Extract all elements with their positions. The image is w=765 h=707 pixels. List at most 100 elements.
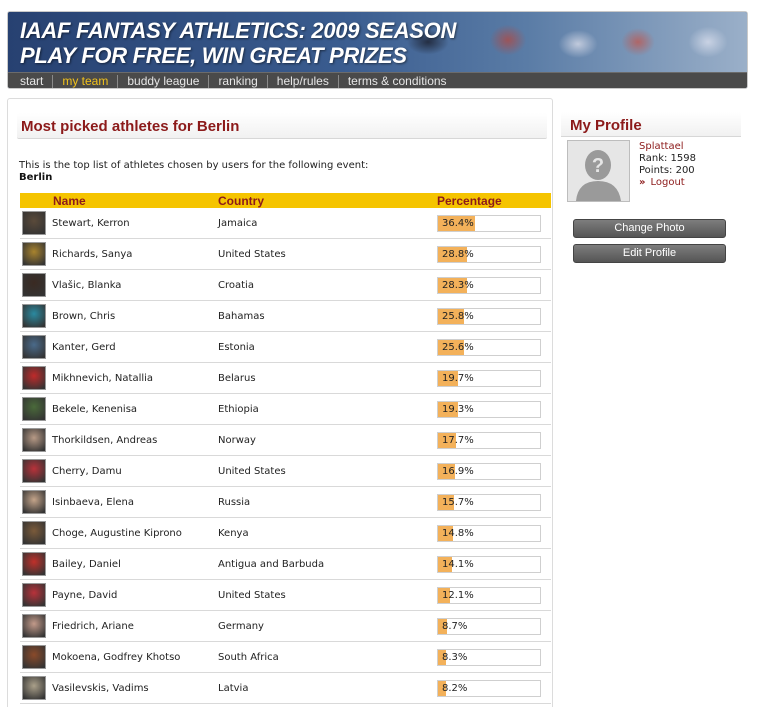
table-row: Bekele, Kenenisa Ethiopia 19.3% xyxy=(20,394,551,425)
table-row: Stewart, Kerron Jamaica 36.4% xyxy=(20,208,551,239)
percentage-bar: 25.6% xyxy=(437,338,541,356)
athlete-name: Bekele, Kenenisa xyxy=(52,403,138,415)
athlete-photo xyxy=(22,614,46,638)
nav-item-terms-conditions[interactable]: terms & conditions xyxy=(339,75,456,88)
change-photo-button[interactable]: Change Photo xyxy=(573,219,726,238)
percentage-value: 12.1% xyxy=(442,589,474,601)
table-body: Stewart, Kerron Jamaica 36.4% Richards, San… xyxy=(20,208,551,704)
percentage-value: 28.8% xyxy=(442,248,474,260)
table-row: Thorkildsen, Andreas Norway 17.7% xyxy=(20,425,551,456)
athlete-country: Norway xyxy=(218,434,256,446)
table-header: Name Country Percentage xyxy=(20,193,551,208)
table-row: Brown, Chris Bahamas 25.8% xyxy=(20,301,551,332)
athlete-country: Antigua and Barbuda xyxy=(218,558,325,570)
athlete-name: Choge, Augustine Kiprono xyxy=(52,527,182,539)
athlete-photo xyxy=(22,676,46,700)
percentage-bar: 16.9% xyxy=(437,462,541,480)
avatar[interactable]: ? xyxy=(567,140,630,202)
percentage-bar: 25.8% xyxy=(437,307,541,325)
athletes-table: Name Country Percentage Stewart, Kerron J… xyxy=(20,193,551,704)
athlete-country: Russia xyxy=(218,496,251,508)
table-row: Vasilevskis, Vadims Latvia 8.2% xyxy=(20,673,551,704)
profile-username[interactable]: Splattael xyxy=(639,141,696,153)
nav-item-start[interactable]: start xyxy=(18,75,54,88)
percentage-value: 8.2% xyxy=(442,682,468,694)
percentage-bar: 12.1% xyxy=(437,586,541,604)
nav-item-ranking[interactable]: ranking xyxy=(209,75,268,88)
athlete-name: Stewart, Kerron xyxy=(52,217,130,229)
table-row: Choge, Augustine Kiprono Kenya 14.8% xyxy=(20,518,551,549)
column-header-country[interactable]: Country xyxy=(218,194,437,208)
nav-item-my-team[interactable]: my team xyxy=(53,75,119,88)
athlete-photo xyxy=(22,459,46,483)
table-row: Kanter, Gerd Estonia 25.6% xyxy=(20,332,551,363)
athlete-name: Isinbaeva, Elena xyxy=(52,496,135,508)
athlete-photo xyxy=(22,490,46,514)
avatar-placeholder-icon: ? xyxy=(568,141,629,201)
athlete-name: Richards, Sanya xyxy=(52,248,133,260)
athlete-country: United States xyxy=(218,589,286,601)
athlete-photo xyxy=(22,366,46,390)
percentage-bar: 17.7% xyxy=(437,431,541,449)
athlete-name: Brown, Chris xyxy=(52,310,116,322)
percentage-bar: 28.3% xyxy=(437,276,541,294)
athlete-photo xyxy=(22,242,46,266)
athlete-name: Thorkildsen, Andreas xyxy=(52,434,158,446)
athlete-country: Croatia xyxy=(218,279,254,291)
percentage-bar: 8.2% xyxy=(437,679,541,697)
profile-title: My Profile xyxy=(570,117,642,134)
athlete-photo xyxy=(22,645,46,669)
percentage-value: 14.8% xyxy=(442,527,474,539)
athlete-country: South Africa xyxy=(218,651,279,663)
table-row: Payne, David United States 12.1% xyxy=(20,580,551,611)
profile-panel: My Profile ? Splattael Rank: 1598 Points… xyxy=(561,109,751,269)
athlete-country: United States xyxy=(218,465,286,477)
main-panel: Most picked athletes for Berlin This is … xyxy=(7,98,553,707)
athlete-photo xyxy=(22,335,46,359)
table-row: Bailey, Daniel Antigua and Barbuda 14.1% xyxy=(20,549,551,580)
table-row: Cherry, Damu United States 16.9% xyxy=(20,456,551,487)
athlete-name: Vlašic, Blanka xyxy=(52,279,122,291)
intro-text: This is the top list of athletes chosen … xyxy=(19,160,369,171)
athlete-photo xyxy=(22,521,46,545)
percentage-value: 8.3% xyxy=(442,651,468,663)
percentage-value: 8.7% xyxy=(442,620,468,632)
athlete-photo xyxy=(22,273,46,297)
athlete-name: Mikhnevich, Natallia xyxy=(52,372,154,384)
column-header-name[interactable]: Name xyxy=(20,194,218,208)
athlete-name: Mokoena, Godfrey Khotso xyxy=(52,651,181,663)
site-header: IAAF FANTASY ATHLETICS: 2009 SEASON PLAY… xyxy=(7,11,748,89)
athlete-photo xyxy=(22,304,46,328)
percentage-value: 25.8% xyxy=(442,310,474,322)
athlete-name: Cherry, Damu xyxy=(52,465,122,477)
athlete-country: Belarus xyxy=(218,372,256,384)
nav-item-help-rules[interactable]: help/rules xyxy=(268,75,339,88)
athlete-country: Kenya xyxy=(218,527,249,539)
banner-title-line2: PLAY FOR FREE, WIN GREAT PRIZES xyxy=(20,43,407,68)
page-title: Most picked athletes for Berlin xyxy=(21,118,240,135)
percentage-value: 25.6% xyxy=(442,341,474,353)
column-header-percentage[interactable]: Percentage xyxy=(437,194,551,208)
percentage-bar: 19.7% xyxy=(437,369,541,387)
table-row: Richards, Sanya United States 28.8% xyxy=(20,239,551,270)
table-row: Mikhnevich, Natallia Belarus 19.7% xyxy=(20,363,551,394)
percentage-bar: 8.3% xyxy=(437,648,541,666)
percentage-bar: 28.8% xyxy=(437,245,541,263)
percentage-bar: 8.7% xyxy=(437,617,541,635)
athlete-country: Bahamas xyxy=(218,310,265,322)
percentage-value: 16.9% xyxy=(442,465,474,477)
athlete-photo xyxy=(22,552,46,576)
nav-item-buddy-league[interactable]: buddy league xyxy=(118,75,210,88)
edit-profile-button[interactable]: Edit Profile xyxy=(573,244,726,263)
section-title-bar: Most picked athletes for Berlin xyxy=(17,113,547,139)
banner: IAAF FANTASY ATHLETICS: 2009 SEASON PLAY… xyxy=(8,12,747,72)
athlete-name: Kanter, Gerd xyxy=(52,341,116,353)
athlete-country: Latvia xyxy=(218,682,249,694)
athlete-name: Friedrich, Ariane xyxy=(52,620,134,632)
athlete-photo xyxy=(22,428,46,452)
percentage-value: 14.1% xyxy=(442,558,474,570)
logout-link[interactable]: » Logout xyxy=(639,177,696,189)
percentage-value: 15.7% xyxy=(442,496,474,508)
event-name: Berlin xyxy=(19,172,53,183)
percentage-value: 17.7% xyxy=(442,434,474,446)
